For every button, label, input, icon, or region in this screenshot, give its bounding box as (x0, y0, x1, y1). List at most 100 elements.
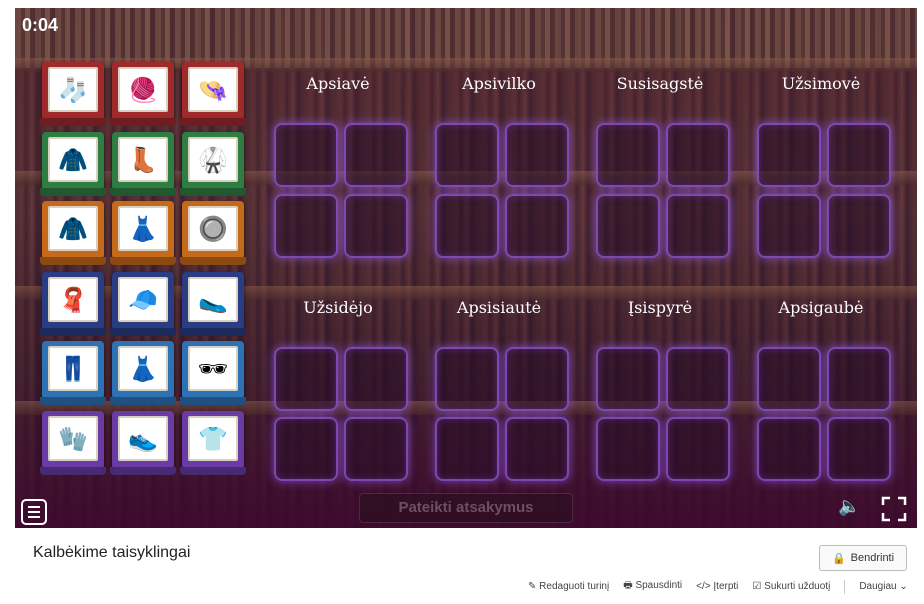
shawl-card[interactable]: 🧣 (40, 272, 106, 336)
rubber-boots-icon: 👢 (118, 137, 168, 182)
drop-slot[interactable] (596, 123, 660, 187)
card-base (40, 467, 106, 475)
embed-label: Įterpti (713, 581, 739, 592)
category-title: Įsispyrė (627, 298, 693, 317)
sneakers-card[interactable]: 👟 (110, 411, 176, 475)
card-base (40, 328, 106, 336)
edit-content-link[interactable]: ✎ Redaguoti turinį (528, 581, 609, 592)
menu-icon-line (28, 511, 40, 513)
timer: 0:04 (22, 15, 59, 35)
more-label: Daugiau (859, 581, 897, 592)
card-base (180, 397, 246, 405)
drop-slot[interactable] (666, 347, 730, 411)
sound-icon[interactable]: 🔈 (838, 496, 860, 517)
card-base (40, 188, 106, 196)
drop-slot[interactable] (505, 123, 569, 187)
rubber-boots-card[interactable]: 👢 (110, 132, 176, 196)
tshirt-icon: 👕 (188, 416, 238, 461)
card-base (40, 257, 106, 265)
card-base (180, 467, 246, 475)
game-area: 0:04 🧦 🧶 👒 🧥 👢 🥋 🧥 👗 🔘 🧣 🧢 🥿 👖 👗 🕶 🧤 👟 👕 Apsiavė Apsivilko… (15, 8, 917, 528)
slippers-card[interactable]: 🥿 (180, 272, 246, 336)
card-base (110, 257, 176, 265)
sunglasses-card[interactable]: 🕶 (180, 341, 246, 405)
drop-slot[interactable] (344, 194, 408, 258)
tshirt-card[interactable]: 👕 (180, 411, 246, 475)
sun-hat-card[interactable]: 👒 (180, 62, 246, 126)
sweater-card[interactable]: 🧶 (110, 62, 176, 126)
drop-slot[interactable] (344, 123, 408, 187)
category-title: Užsidėjo (303, 298, 373, 317)
drop-slot[interactable] (505, 347, 569, 411)
category-title: Apsigaubė (778, 298, 864, 317)
card-base (40, 397, 106, 405)
submit-answers-button[interactable]: Pateikti atsakymus (359, 493, 573, 523)
jeans-icon: 👖 (48, 346, 98, 391)
drop-slot[interactable] (344, 417, 408, 481)
cap-card[interactable]: 🧢 (110, 272, 176, 336)
jacket-icon: 🧥 (48, 206, 98, 251)
drop-slot[interactable] (435, 194, 499, 258)
card-base (180, 257, 246, 265)
drop-slot[interactable] (274, 123, 338, 187)
jeans-card[interactable]: 👖 (40, 341, 106, 405)
bathrobe-card[interactable]: 🥋 (180, 132, 246, 196)
drop-slot[interactable] (666, 417, 730, 481)
cap-icon: 🧢 (118, 277, 168, 322)
drop-slot[interactable] (435, 123, 499, 187)
card-base (110, 328, 176, 336)
embed-link[interactable]: </> Įterpti (696, 581, 738, 592)
skirt-card[interactable]: 👗 (110, 341, 176, 405)
card-base (110, 397, 176, 405)
more-dropdown[interactable]: Daugiau ⌄ (859, 581, 907, 592)
drop-slot[interactable] (757, 194, 821, 258)
drop-slot[interactable] (827, 417, 891, 481)
menu-button[interactable] (21, 499, 47, 525)
drop-slot[interactable] (827, 123, 891, 187)
dress-card[interactable]: 👗 (110, 201, 176, 265)
drop-slot[interactable] (596, 194, 660, 258)
jacket-card[interactable]: 🧥 (40, 201, 106, 265)
shawl-icon: 🧣 (48, 277, 98, 322)
socks-card[interactable]: 🧦 (40, 62, 106, 126)
sweater-icon: 🧶 (118, 67, 168, 112)
drop-slot[interactable] (827, 194, 891, 258)
drop-slot[interactable] (274, 347, 338, 411)
drop-slot[interactable] (757, 347, 821, 411)
drop-slot[interactable] (274, 194, 338, 258)
drop-slot[interactable] (666, 194, 730, 258)
gloves-card[interactable]: 🧤 (40, 411, 106, 475)
drop-slot[interactable] (435, 347, 499, 411)
category-title: Užsimovė (781, 74, 861, 93)
drop-slot[interactable] (435, 417, 499, 481)
assign-link[interactable]: ☑ Sukurti užduotį (752, 581, 830, 592)
action-links: ✎ Redaguoti turinį 🖶 Spausdinti </> Įter… (528, 578, 908, 595)
drop-slot[interactable] (505, 194, 569, 258)
card-base (180, 118, 246, 126)
edit-label: Redaguoti turinį (539, 581, 610, 592)
drop-slot[interactable] (274, 417, 338, 481)
drop-slot[interactable] (344, 347, 408, 411)
category-title: Apsivilko (462, 74, 536, 93)
card-base (110, 118, 176, 126)
category-title: Susisagstė (616, 74, 704, 93)
menu-icon-line (28, 506, 40, 508)
lock-icon: 🔒 (831, 552, 846, 565)
drop-slot[interactable] (596, 417, 660, 481)
drop-slot[interactable] (827, 347, 891, 411)
skirt-icon: 👗 (118, 346, 168, 391)
bathrobe-icon: 🥋 (188, 137, 238, 182)
drop-slot[interactable] (757, 123, 821, 187)
drop-slot[interactable] (505, 417, 569, 481)
share-button[interactable]: 🔒 Bendrinti (819, 545, 907, 571)
card-base (40, 118, 106, 126)
drop-slot[interactable] (757, 417, 821, 481)
buttons-card[interactable]: 🔘 (180, 201, 246, 265)
category-title: Apsisiautė (456, 298, 542, 317)
print-link[interactable]: 🖶 Spausdinti (623, 578, 682, 595)
fullscreen-icon[interactable] (881, 496, 907, 522)
drop-slot[interactable] (666, 123, 730, 187)
assign-label: Sukurti užduotį (764, 581, 831, 592)
drop-slot[interactable] (596, 347, 660, 411)
raincoat-card[interactable]: 🧥 (40, 132, 106, 196)
